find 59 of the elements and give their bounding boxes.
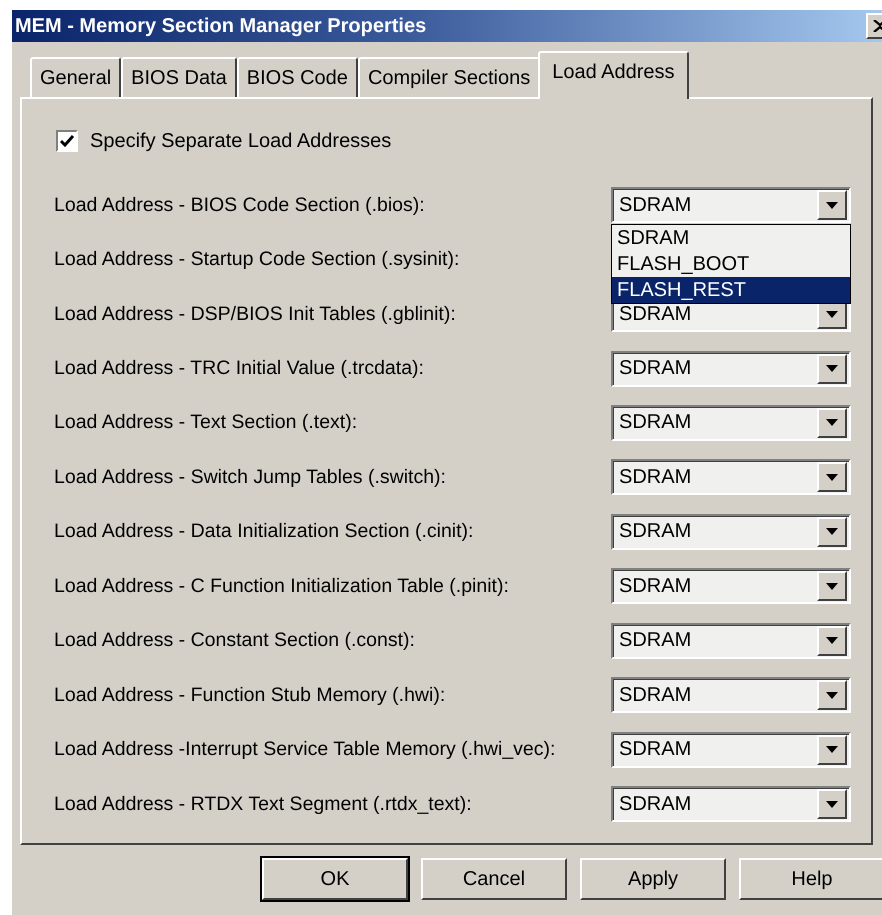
caret-icon	[826, 746, 838, 754]
field-label: Load Address - TRC Initial Value (.trcdata):	[54, 357, 424, 380]
tab[interactable]: BIOS Code	[236, 57, 358, 97]
dropdown-field[interactable]: SDRAM	[611, 677, 851, 714]
dropdown-option[interactable]: FLASH_BOOT	[612, 251, 850, 278]
dropdown-option[interactable]: FLASH_REST	[612, 277, 850, 304]
field-label: Load Address - C Function Initialization Table (.pinit):	[54, 574, 509, 598]
checkmark-icon	[60, 135, 74, 147]
dropdown-button[interactable]	[817, 789, 847, 820]
dialog-button[interactable]: Help	[739, 858, 882, 900]
dropdown-field[interactable]: SDRAM	[611, 514, 851, 550]
dialog-button[interactable]: Apply	[580, 858, 726, 900]
field-label: Load Address - Switch Jump Tables (.switch):	[54, 466, 446, 489]
checkbox[interactable]	[56, 130, 78, 152]
dropdown-field[interactable]: SDRAM	[611, 459, 851, 496]
caret-icon	[826, 365, 838, 372]
caret-icon	[826, 528, 838, 536]
caret-icon	[826, 202, 838, 209]
dropdown-field[interactable]: SDRAM	[611, 187, 851, 224]
field-label: Load Address - Constant Section (.const):	[54, 629, 415, 652]
dropdown-field[interactable]: SDRAM	[611, 350, 851, 387]
caret-icon	[826, 800, 838, 808]
field-label: Load Address - Text Section (.text):	[54, 411, 358, 434]
field-label: Load Address - Data Initialization Section (.cinit):	[54, 520, 474, 544]
dropdown-field[interactable]: SDRAM	[611, 622, 851, 659]
dropdown-button[interactable]	[817, 734, 847, 765]
dropdown-field[interactable]: SDRAM	[611, 404, 851, 441]
field-label: Load Address - Function Stub Memory (.hwi):	[54, 684, 446, 707]
dialog-button[interactable]: Cancel	[421, 858, 567, 900]
dropdown-button[interactable]	[817, 408, 847, 438]
caret-icon	[826, 310, 838, 318]
dropdown-button[interactable]	[817, 626, 847, 656]
field-label: Load Address - RTDX Text Segment (.rtdx_text):	[54, 792, 472, 816]
caret-icon	[826, 419, 838, 426]
dropdown-button[interactable]	[817, 571, 847, 602]
field-label: Load Address - BIOS Code Section (.bios):	[54, 194, 425, 217]
caret-icon	[826, 637, 838, 644]
caret-icon	[826, 582, 838, 590]
tab[interactable]: Load Address	[538, 51, 689, 99]
dropdown-field[interactable]: SDRAM	[611, 732, 851, 768]
dropdown-button[interactable]	[817, 516, 847, 547]
caret-icon	[826, 474, 838, 481]
tab[interactable]: Compiler Sections	[358, 57, 540, 97]
field-label: Load Address - Startup Code Section (.sysinit):	[54, 248, 460, 272]
field-label: Load Address - DSP/BIOS Init Tables (.gblinit):	[54, 302, 456, 326]
dropdown-button[interactable]	[817, 190, 847, 220]
dropdown-field[interactable]: SDRAM	[611, 568, 851, 604]
tab[interactable]: General	[30, 57, 122, 97]
field-label: Load Address -Interrupt Service Table Memory (.hwi_vec):	[54, 738, 556, 762]
window-title: MEM - Memory Section Manager Properties	[15, 14, 426, 38]
checkbox-label[interactable]: Specify Separate Load Addresses	[90, 130, 392, 152]
caret-icon	[826, 692, 838, 699]
dropdown-button[interactable]	[817, 462, 847, 492]
dropdown-field[interactable]: SDRAM	[611, 786, 851, 822]
tab[interactable]: BIOS Data	[121, 57, 237, 97]
dropdown-button[interactable]	[817, 680, 847, 710]
dropdown-option[interactable]: SDRAM	[612, 225, 850, 252]
dropdown-button[interactable]	[817, 354, 847, 384]
dialog-button[interactable]: OK	[262, 858, 408, 900]
